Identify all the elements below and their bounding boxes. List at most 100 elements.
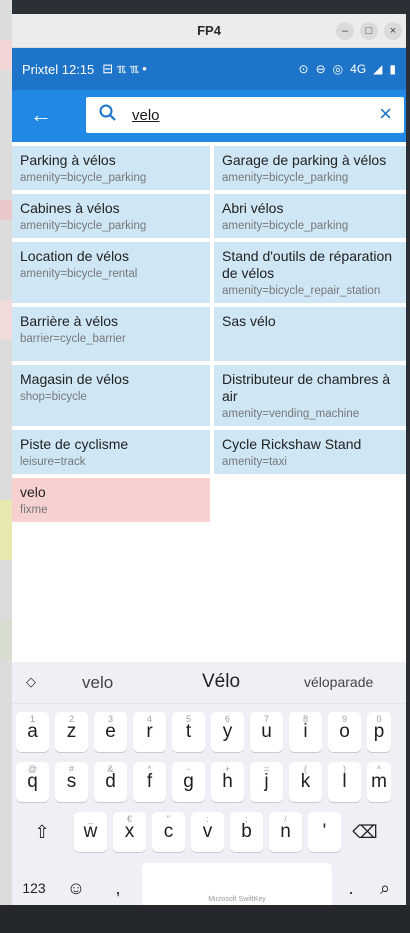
key[interactable]: (k bbox=[289, 762, 322, 802]
backspace-icon[interactable]: ⌫ bbox=[347, 812, 383, 852]
minimize-button[interactable]: – bbox=[336, 22, 354, 40]
preset-tag: shop=bicycle bbox=[20, 391, 87, 403]
preset-name: Sas vélo bbox=[222, 313, 276, 329]
desktop-right-edge bbox=[406, 0, 410, 933]
key[interactable]: :v bbox=[191, 812, 224, 852]
key[interactable]: ^ m bbox=[367, 762, 391, 802]
shift-icon[interactable]: ⇧ bbox=[16, 812, 68, 852]
clear-icon[interactable]: × bbox=[379, 102, 392, 126]
preset-name: Distributeur de chambres à air bbox=[222, 371, 391, 404]
preset-card[interactable]: Sas vélo bbox=[214, 307, 406, 361]
back-arrow-icon[interactable]: ← bbox=[30, 102, 52, 128]
preset-name: Piste de cyclisme bbox=[20, 436, 129, 452]
preset-tag: amenity=bicycle_repair_station bbox=[222, 285, 381, 297]
key[interactable]: _ w bbox=[74, 812, 107, 852]
close-window-button[interactable]: × bbox=[384, 22, 402, 40]
preset-name: Magasin de vélos bbox=[20, 371, 129, 387]
suggestion-bar: ◇ velo Vélo véloparade bbox=[12, 662, 406, 704]
suggestion-2[interactable]: Vélo bbox=[202, 671, 240, 693]
key[interactable]: 1a bbox=[16, 712, 49, 752]
empty-cell bbox=[214, 478, 406, 522]
key[interactable]: -g bbox=[172, 762, 205, 802]
carrier-time: Prixtel 12:15 bbox=[22, 61, 95, 77]
preset-name: Barrière à vélos bbox=[20, 313, 119, 329]
preset-card[interactable]: Barrière à vélos barrier=cycle_barrier bbox=[12, 307, 210, 361]
preset-tag: amenity=bicycle_parking bbox=[20, 220, 147, 232]
preset-card[interactable]: Garage de parking à vélos amenity=bicycle… bbox=[214, 146, 406, 190]
location-icon: ⊙ bbox=[298, 62, 309, 76]
key[interactable]: * f bbox=[133, 762, 166, 802]
search-input[interactable]: velo × bbox=[86, 97, 404, 133]
preset-tag: amenity=taxi bbox=[222, 456, 287, 468]
signal-icon: ◢ bbox=[373, 62, 383, 76]
battery-icon: ▮ bbox=[389, 62, 396, 76]
search-key-icon[interactable]: ⌕ bbox=[370, 868, 400, 905]
key[interactable]: + h bbox=[211, 762, 244, 802]
key[interactable]: 0p bbox=[367, 712, 391, 752]
key[interactable]: ; b bbox=[230, 812, 263, 852]
desktop-taskbar bbox=[0, 905, 410, 933]
key[interactable]: € x bbox=[113, 812, 146, 852]
preset-name: Cabines à vélos bbox=[20, 200, 120, 216]
preset-name: Stand d'outils de réparation de vélos bbox=[222, 248, 393, 281]
key[interactable]: ) l bbox=[328, 762, 361, 802]
space-bar-brand: Microsoft SwiftKey bbox=[208, 896, 266, 903]
preset-name: velo bbox=[20, 484, 46, 500]
preset-name: Location de vélos bbox=[20, 248, 129, 264]
preset-card[interactable]: Abri vélos amenity=bicycle_parking bbox=[214, 194, 406, 238]
network-label: 4G bbox=[350, 62, 367, 76]
key[interactable]: 9o bbox=[328, 712, 361, 752]
key[interactable]: 8i bbox=[289, 712, 322, 752]
search-value[interactable]: velo bbox=[132, 107, 160, 124]
background-map-strip bbox=[0, 0, 12, 933]
preset-card[interactable]: Distributeur de chambres à air amenity=ve… bbox=[214, 365, 406, 426]
key[interactable]: # s bbox=[55, 762, 88, 802]
key[interactable]: @ q bbox=[16, 762, 49, 802]
key[interactable]: 2z bbox=[55, 712, 88, 752]
comma-key[interactable]: , bbox=[100, 868, 136, 905]
hotspot-icon: ◎ bbox=[332, 62, 344, 76]
numbers-key[interactable]: 123 bbox=[16, 868, 52, 905]
window-titlebar[interactable]: FP4 – □ × bbox=[12, 14, 406, 48]
key[interactable]: ' bbox=[308, 812, 341, 852]
dnd-icon: ⊖ bbox=[315, 62, 326, 76]
preset-name: Parking à vélos bbox=[20, 152, 116, 168]
preset-card[interactable]: Location de vélos amenity=bicycle_rental bbox=[12, 242, 210, 303]
notification-icons: ⊟ ℼ ℼ • bbox=[102, 61, 147, 76]
emulator-window: FP4 – □ × Prixtel 12:15 ⊟ ℼ ℼ • ⊙ ⊖ ◎ 4G… bbox=[12, 14, 406, 905]
preset-card[interactable]: Cycle Rickshaw Stand amenity=taxi bbox=[214, 430, 406, 474]
key[interactable]: 4r bbox=[133, 712, 166, 752]
key[interactable]: 7u bbox=[250, 712, 283, 752]
search-app-bar: ← velo × bbox=[12, 90, 406, 142]
suggestion-3[interactable]: véloparade bbox=[304, 674, 373, 690]
key[interactable]: & d bbox=[94, 762, 127, 802]
expand-icon[interactable]: ◇ bbox=[26, 674, 36, 690]
preset-card[interactable]: Cabines à vélos amenity=bicycle_parking bbox=[12, 194, 210, 238]
preset-name: Garage de parking à vélos bbox=[222, 152, 387, 168]
period-key[interactable]: . bbox=[338, 868, 364, 905]
desktop-top-bar bbox=[0, 0, 410, 14]
suggestion-1[interactable]: velo bbox=[82, 673, 113, 693]
preset-tag: amenity=vending_machine bbox=[222, 408, 360, 420]
preset-card[interactable]: Stand d'outils de réparation de vélos ame… bbox=[214, 242, 406, 303]
fixme-preset-card[interactable]: velo fixme bbox=[12, 478, 210, 522]
preset-card[interactable]: Piste de cyclisme leisure=track bbox=[12, 430, 210, 474]
key[interactable]: " c bbox=[152, 812, 185, 852]
preset-card[interactable]: Magasin de vélos shop=bicycle bbox=[12, 365, 210, 426]
key[interactable]: = j bbox=[250, 762, 283, 802]
key-row-2: @ q # s & d * f -g + h = j (k ) l ^ m bbox=[16, 762, 391, 802]
preset-tag: amenity=bicycle_parking bbox=[20, 172, 147, 184]
phone-screen: Prixtel 12:15 ⊟ ℼ ℼ • ⊙ ⊖ ◎ 4G ◢ ▮ ← vel… bbox=[12, 48, 406, 905]
preset-card[interactable]: Parking à vélos amenity=bicycle_parking bbox=[12, 146, 210, 190]
space-bar[interactable]: Microsoft SwiftKey bbox=[142, 863, 332, 905]
key[interactable]: 3e bbox=[94, 712, 127, 752]
key[interactable]: 5t bbox=[172, 712, 205, 752]
key[interactable]: / n bbox=[269, 812, 302, 852]
maximize-button[interactable]: □ bbox=[360, 22, 378, 40]
key[interactable]: 6y bbox=[211, 712, 244, 752]
key-row-1: 1a 2z 3e 4r 5t 6y 7u 8i 9o 0p bbox=[16, 712, 391, 752]
key-row-3: ⇧ _ w € x " c :v ; b / n ' ⌫ bbox=[16, 812, 383, 852]
search-icon bbox=[99, 104, 116, 121]
emoji-icon[interactable]: ☺ bbox=[58, 868, 94, 905]
status-bar: Prixtel 12:15 ⊟ ℼ ℼ • ⊙ ⊖ ◎ 4G ◢ ▮ bbox=[12, 48, 406, 90]
